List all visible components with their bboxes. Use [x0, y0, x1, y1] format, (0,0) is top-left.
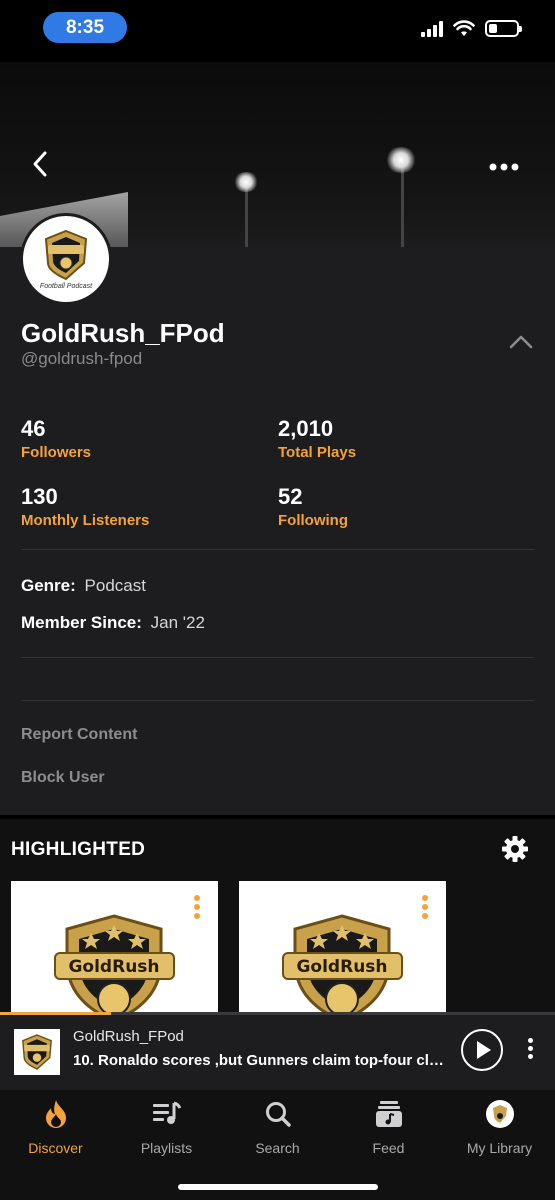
- playlist-icon: [152, 1101, 181, 1124]
- highlighted-card[interactable]: GoldRush: [11, 881, 218, 1012]
- card-menu-button[interactable]: [422, 895, 430, 919]
- tab-label: Search: [255, 1140, 300, 1156]
- collapse-button[interactable]: [509, 334, 533, 358]
- tab-feed[interactable]: Feed: [333, 1098, 444, 1156]
- now-playing-artwork: [14, 1029, 60, 1075]
- home-indicator: [178, 1184, 378, 1190]
- goldrush-logo-icon: GoldRush: [54, 914, 175, 1012]
- profile-handle: @goldrush-fpod: [21, 349, 143, 368]
- genre-label: Genre:: [21, 576, 76, 595]
- block-user-link[interactable]: Block User: [21, 769, 105, 787]
- avatar-caption: Football Podcast: [39, 282, 93, 290]
- avatar-icon: [485, 1100, 514, 1128]
- status-time: 8:35: [43, 12, 127, 43]
- mini-player[interactable]: GoldRush_FPod 10. Ronaldo scores ,but Gu…: [0, 1012, 555, 1090]
- settings-button[interactable]: [501, 835, 529, 863]
- status-icons: [421, 20, 522, 37]
- profile-name: GoldRush_FPod: [21, 318, 225, 348]
- more-options-button[interactable]: [489, 152, 519, 172]
- tab-discover[interactable]: Discover: [0, 1098, 111, 1156]
- tab-playlists[interactable]: Playlists: [111, 1098, 222, 1156]
- tab-label: Feed: [372, 1140, 405, 1156]
- chevron-up-icon: [509, 335, 533, 349]
- battery-icon: [485, 20, 522, 37]
- genre-row: Genre: Podcast: [21, 576, 146, 596]
- divider: [21, 700, 534, 701]
- tab-label: Playlists: [140, 1140, 193, 1156]
- gear-icon: [502, 836, 528, 862]
- stat-label: Following: [278, 512, 348, 529]
- divider: [21, 657, 534, 658]
- playback-progress-fill: [0, 1012, 111, 1015]
- wifi-icon: [453, 20, 475, 36]
- stat-value: 46: [21, 416, 46, 441]
- member-since-label: Member Since:: [21, 613, 142, 632]
- floodlight: [233, 172, 259, 192]
- stat-label: Followers: [21, 444, 92, 461]
- playback-progress: [0, 1012, 555, 1015]
- highlighted-card[interactable]: GoldRush: [239, 881, 446, 1012]
- card-logo-text: GoldRush: [296, 957, 387, 977]
- status-bar: 8:35: [0, 0, 555, 62]
- highlighted-section: HIGHLIGHTED GoldRush GoldRush: [0, 819, 555, 1012]
- divider: [21, 549, 534, 550]
- tab-label: Discover: [28, 1140, 83, 1156]
- now-playing-artist: GoldRush_FPod: [73, 1028, 184, 1045]
- member-since-row: Member Since: Jan '22: [21, 613, 205, 633]
- floodlight: [385, 147, 417, 173]
- player-more-button[interactable]: [528, 1038, 533, 1059]
- ellipsis-icon: [489, 163, 519, 171]
- goldrush-logo-icon: [44, 229, 88, 280]
- cellular-signal-icon: [421, 20, 443, 37]
- feed-icon: [375, 1101, 402, 1127]
- card-menu-button[interactable]: [194, 895, 202, 919]
- stat-value: 2,010: [278, 416, 334, 441]
- card-logo-text: GoldRush: [68, 957, 159, 977]
- play-button[interactable]: [461, 1029, 503, 1071]
- search-icon: [265, 1102, 291, 1127]
- stat-label: Monthly Listeners: [21, 512, 150, 529]
- member-since-value: Jan '22: [150, 613, 205, 632]
- tab-my-library[interactable]: My Library: [444, 1098, 555, 1156]
- stat-label: Total Plays: [278, 444, 357, 461]
- goldrush-logo-icon: GoldRush: [282, 914, 403, 1012]
- highlighted-title: HIGHLIGHTED: [11, 839, 146, 860]
- stat-value: 130: [21, 484, 58, 509]
- goldrush-logo-icon: [22, 1034, 52, 1070]
- play-icon: [477, 1041, 491, 1059]
- tab-search[interactable]: Search: [222, 1098, 333, 1156]
- stat-following[interactable]: 52 Following: [278, 484, 348, 529]
- stat-followers[interactable]: 46 Followers: [21, 416, 91, 461]
- avatar[interactable]: Football Podcast: [20, 213, 112, 305]
- tab-label: My Library: [466, 1140, 533, 1156]
- chevron-left-icon: [33, 151, 47, 177]
- genre-value: Podcast: [84, 576, 146, 595]
- stat-total-plays: 2,010 Total Plays: [278, 416, 356, 461]
- report-content-link[interactable]: Report Content: [21, 726, 137, 744]
- stat-monthly-listeners: 130 Monthly Listeners: [21, 484, 149, 529]
- light-pole: [401, 162, 404, 247]
- now-playing-title: 10. Ronaldo scores ,but Gunners claim to…: [73, 1052, 448, 1069]
- stat-value: 52: [278, 484, 303, 509]
- flame-icon: [45, 1100, 66, 1128]
- back-button[interactable]: [30, 150, 60, 180]
